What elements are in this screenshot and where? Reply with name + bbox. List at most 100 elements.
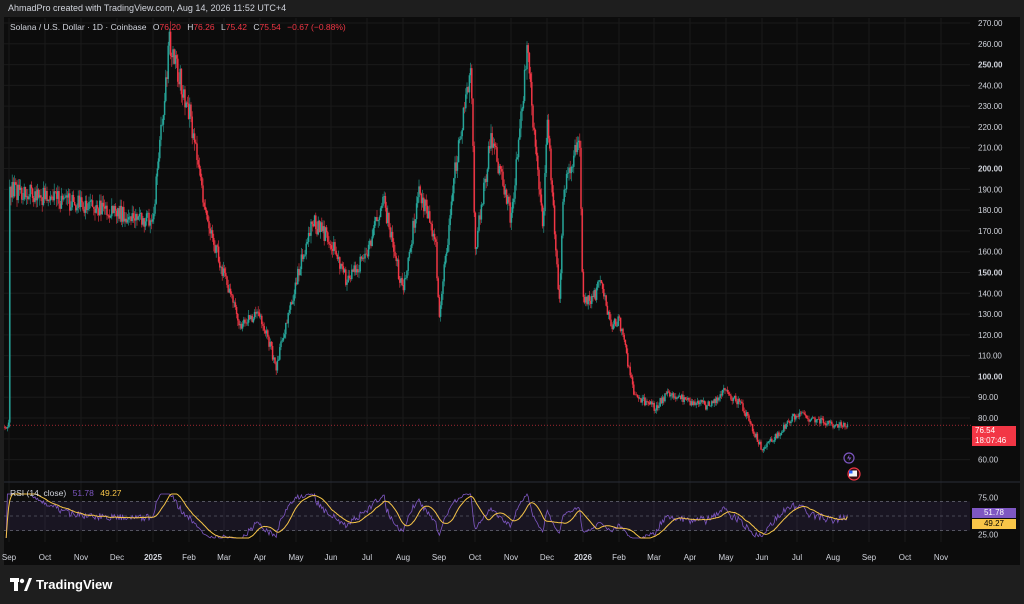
candle: [581, 207, 583, 273]
candle: [88, 196, 90, 212]
y-tick-label: 250.00: [978, 61, 1003, 70]
candle-body: [204, 206, 207, 210]
y-tick-label: 200.00: [978, 165, 1003, 174]
candle: [6, 426, 9, 432]
candle-body: [407, 257, 409, 271]
candle-body: [653, 402, 655, 411]
us-flag-event-icon: [847, 467, 861, 481]
candle-body: [270, 341, 273, 346]
candle-body: [738, 398, 741, 402]
candle: [487, 141, 490, 172]
symbol-name: Solana / U.S. Dollar · 1D · Coinbase: [10, 22, 147, 32]
candle-body: [624, 339, 627, 346]
candle: [615, 318, 617, 327]
x-tick-label: Dec: [110, 553, 124, 562]
x-tick-label: Sep: [862, 553, 877, 562]
x-tick-label: 2025: [144, 553, 162, 562]
candle: [91, 194, 94, 208]
y-tick-label: 240.00: [978, 81, 1003, 90]
candle-body: [327, 232, 329, 242]
candle-body: [102, 202, 105, 207]
candle-body: [457, 140, 460, 163]
candle: [480, 201, 483, 224]
candle-body: [202, 185, 204, 203]
x-tick-label: Oct: [899, 553, 912, 562]
open-value: 76.20: [159, 22, 181, 32]
candle: [737, 396, 739, 408]
candle-body: [532, 105, 534, 128]
candle-body: [543, 211, 545, 227]
current-price-tag: 76.54 18:07:46: [972, 426, 1016, 446]
candle-body: [157, 158, 160, 169]
candle-body: [367, 244, 370, 257]
candle-body: [294, 282, 297, 295]
candle: [27, 189, 29, 204]
candle: [106, 201, 108, 220]
candle-body: [545, 144, 547, 174]
candle: [801, 410, 803, 416]
candle-body: [474, 212, 477, 249]
candle-body: [280, 341, 282, 348]
candle-body: [231, 294, 233, 296]
candle-body: [559, 273, 562, 299]
candle-body: [821, 418, 823, 419]
candle-body: [329, 243, 331, 246]
candle-body: [364, 253, 366, 259]
x-tick-label: Jul: [792, 553, 802, 562]
candle-body: [730, 395, 732, 400]
candle-body: [480, 204, 483, 220]
candle-body: [456, 162, 459, 171]
candle-body: [358, 271, 360, 273]
candle-body: [106, 205, 108, 216]
candle: [461, 128, 463, 144]
tradingview-logo[interactable]: TradingView: [10, 577, 112, 592]
candle-body: [433, 233, 436, 240]
candle-body: [197, 160, 199, 165]
candle-body: [667, 391, 670, 393]
candle-body: [406, 270, 408, 278]
candle-body: [846, 424, 849, 427]
candle-body: [415, 203, 418, 220]
y-tick-label: 270.00: [978, 19, 1003, 28]
y-tick-label: 190.00: [978, 185, 1003, 194]
candle-body: [460, 136, 462, 140]
candle-body: [70, 207, 72, 211]
candle-body: [211, 230, 214, 238]
candle: [844, 422, 846, 430]
candle-body: [408, 251, 411, 258]
candle-body: [132, 213, 135, 219]
candle-body: [780, 432, 783, 436]
candle-body: [87, 209, 89, 210]
candle-body: [473, 145, 475, 213]
candle-body: [527, 45, 529, 53]
candle: [561, 233, 563, 280]
candle-body: [519, 128, 521, 140]
candle-body: [201, 176, 203, 186]
candle: [276, 356, 279, 374]
candle: [605, 294, 607, 307]
candle-body: [417, 197, 419, 204]
candle: [49, 190, 52, 206]
candle-body: [89, 201, 91, 203]
candle: [486, 167, 489, 187]
candle-body: [616, 326, 618, 327]
candle: [17, 179, 19, 204]
candle-body: [840, 422, 843, 427]
candle: [708, 401, 711, 407]
candle-body: [462, 107, 465, 130]
candle-body: [82, 202, 84, 210]
candle: [406, 270, 408, 281]
chart-canvas[interactable]: 270.00 260.00 250.00 240.00 230.00 220.00 210.…: [0, 0, 1024, 604]
candle-body: [562, 201, 564, 236]
candle-body: [196, 143, 198, 161]
candle-body: [557, 264, 559, 290]
rsi-y-tick-label: 75.00: [978, 494, 999, 503]
candle-body: [515, 159, 517, 186]
candle-body: [46, 190, 48, 201]
candle-body: [391, 231, 394, 242]
candle-body: [160, 124, 162, 140]
candle: [69, 189, 71, 216]
candle-body: [753, 431, 755, 434]
candle: [4, 426, 6, 431]
candle-body: [552, 192, 555, 206]
